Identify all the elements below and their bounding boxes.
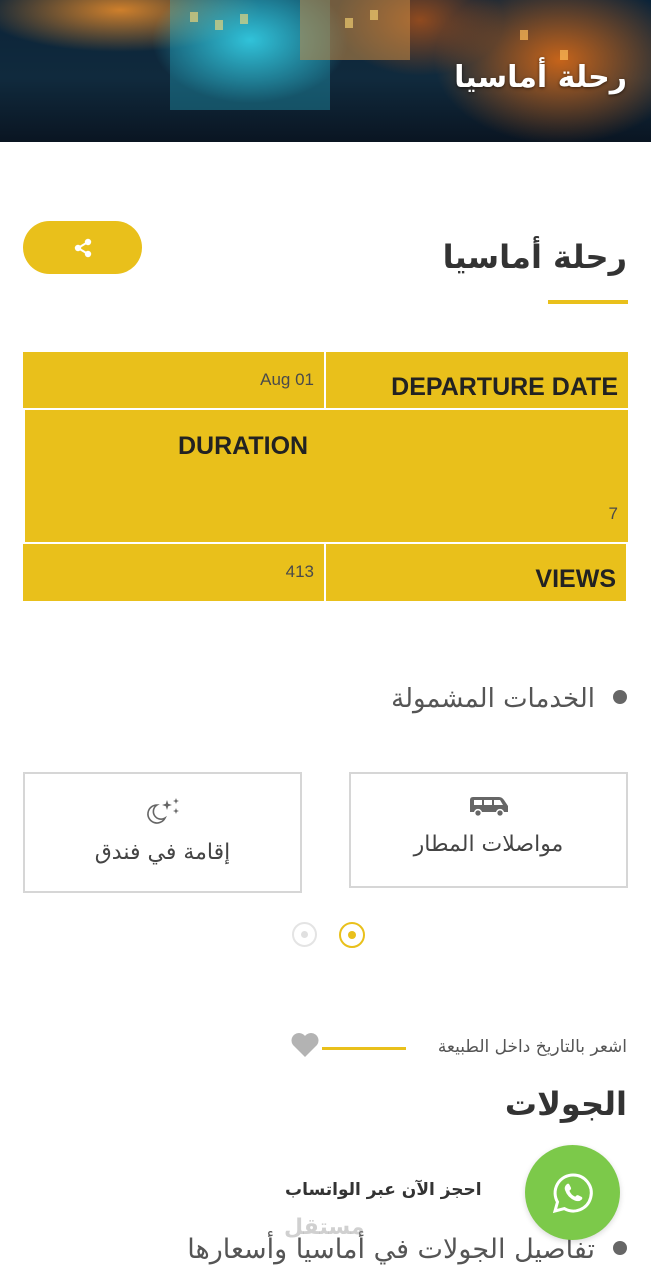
services-heading: الخدمات المشمولة <box>391 684 595 714</box>
views-value-cell: 413 <box>23 544 324 601</box>
moon-stars-icon <box>146 798 179 824</box>
whatsapp-button[interactable] <box>525 1145 620 1240</box>
whatsapp-booking-text: احجز الآن عبر الواتساب <box>285 1180 482 1200</box>
tour-details-link[interactable]: تفاصيل الجولات في أماسيا وأسعارها <box>187 1234 595 1265</box>
carousel-dot-2[interactable] <box>292 922 317 947</box>
hero-decor <box>345 18 353 28</box>
hero-decor <box>520 30 528 40</box>
service-card-airport-transfer[interactable]: مواصلات المطار <box>349 772 628 888</box>
duration-cell: DURATION 7 <box>25 410 628 542</box>
bullet-icon <box>613 690 627 704</box>
hero-banner: رحلة أماسيا <box>0 0 651 142</box>
hero-decor <box>190 12 198 22</box>
views-value: 413 <box>285 562 314 581</box>
page-title: رحلة أماسيا <box>442 238 627 276</box>
departure-value-cell: Aug 01 <box>23 352 324 408</box>
van-icon <box>469 797 508 818</box>
service-label: إقامة في فندق <box>94 840 231 865</box>
hero-decor <box>300 0 410 60</box>
hero-decor <box>240 14 248 24</box>
share-icon <box>74 238 91 257</box>
views-label-cell: VIEWS <box>326 544 626 601</box>
duration-label: DURATION <box>178 432 309 460</box>
trip-info-table: Aug 01 DEPARTURE DATE DURATION 7 413 VIE… <box>23 352 628 602</box>
service-card-hotel-stay[interactable]: إقامة في فندق <box>23 772 302 893</box>
views-label: VIEWS <box>535 565 616 593</box>
duration-value: 7 <box>608 504 618 523</box>
dot-inner <box>348 931 356 939</box>
tagline-line <box>322 1047 406 1050</box>
tours-tagline: اشعر بالتاريخ داخل الطبيعة <box>437 1037 627 1057</box>
hero-title: رحلة أماسيا <box>454 60 627 95</box>
hero-decor <box>370 10 378 20</box>
whatsapp-icon <box>552 1172 593 1213</box>
tours-heading: الجولات <box>504 1085 627 1123</box>
departure-value: Aug 01 <box>260 370 314 389</box>
heart-icon <box>291 1033 319 1057</box>
departure-label-cell: DEPARTURE DATE <box>326 352 628 408</box>
hero-decor <box>560 50 568 60</box>
watermark: مستقل <box>284 1215 365 1240</box>
bullet-icon <box>613 1241 627 1255</box>
title-underline <box>548 300 628 304</box>
dot-inner <box>301 931 308 938</box>
hero-decor <box>215 20 223 30</box>
departure-label: DEPARTURE DATE <box>391 373 618 401</box>
service-label: مواصلات المطار <box>413 832 564 857</box>
share-button[interactable] <box>23 221 142 274</box>
carousel-dot-1-active[interactable] <box>339 922 365 948</box>
